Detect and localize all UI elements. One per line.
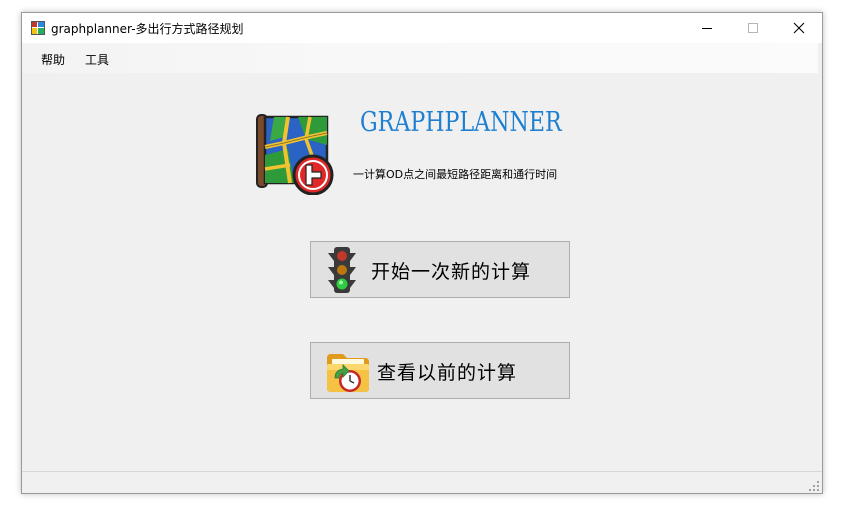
view-previous-calculations-button[interactable]: 查看以前的计算 (310, 342, 570, 399)
start-new-calculation-label: 开始一次新的计算 (371, 261, 532, 283)
minimize-button[interactable] (684, 13, 730, 43)
map-icon (256, 114, 334, 195)
menu-bar: 帮助 工具 (22, 43, 818, 73)
traffic-light-icon (328, 247, 356, 293)
app-name: GRAPHPLANNER (360, 107, 562, 138)
status-bar (22, 471, 822, 493)
close-button[interactable] (776, 13, 822, 43)
menu-tools[interactable]: 工具 (85, 51, 109, 68)
resize-grip-icon[interactable] (808, 480, 820, 492)
app-subtitle: 一计算OD点之间最短路径距离和通行时间 (353, 168, 558, 181)
app-window: graphplanner-多出行方式路径规划 帮助 工具 GRAPHPLANNE… (21, 12, 823, 494)
close-icon (793, 22, 805, 34)
app-icon (31, 21, 45, 35)
menu-help[interactable]: 帮助 (41, 51, 65, 68)
maximize-icon (748, 23, 758, 33)
start-new-calculation-button[interactable]: 开始一次新的计算 (310, 241, 570, 298)
window-title: graphplanner-多出行方式路径规划 (51, 22, 244, 36)
minimize-icon (702, 28, 712, 29)
folder-clock-icon (327, 354, 369, 392)
maximize-button[interactable] (730, 13, 776, 43)
title-bar[interactable]: graphplanner-多出行方式路径规划 (22, 13, 822, 43)
view-previous-calculations-label: 查看以前的计算 (377, 362, 518, 384)
